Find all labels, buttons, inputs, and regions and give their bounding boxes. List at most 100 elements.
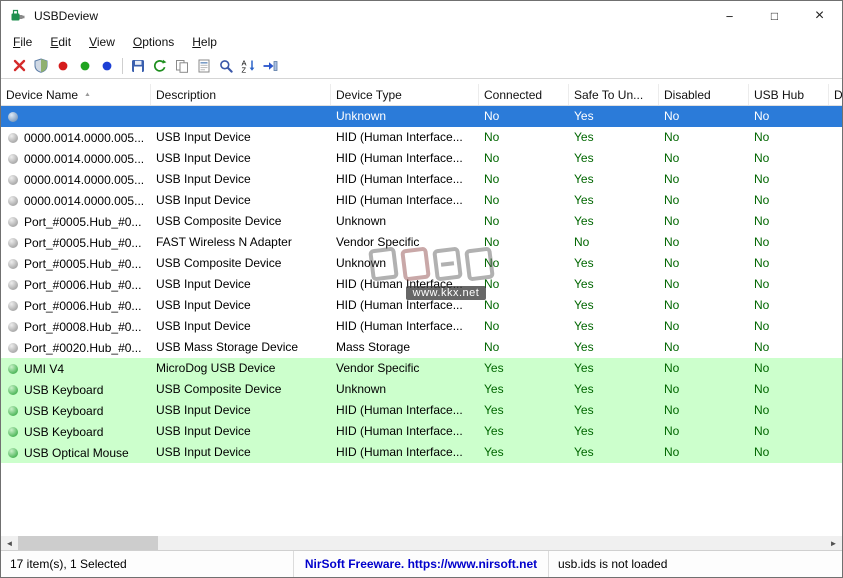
scroll-right-icon[interactable]: ► <box>825 536 842 550</box>
column-header-d[interactable]: D <box>829 84 842 105</box>
cell-disabled: No <box>659 106 749 127</box>
cell-device-name: Port_#0005.Hub_#0... <box>1 253 151 274</box>
menu-help[interactable]: Help <box>183 32 226 52</box>
column-header-device-name[interactable]: Device Name▲ <box>1 84 151 105</box>
device-status-icon <box>8 196 18 206</box>
cell-d <box>829 337 842 358</box>
properties-button[interactable] <box>193 55 215 77</box>
column-header-connected[interactable]: Connected <box>479 84 569 105</box>
menu-edit[interactable]: Edit <box>41 32 80 52</box>
column-label: Disabled <box>664 88 711 102</box>
sort-az-button[interactable]: AZ <box>237 55 259 77</box>
open-regedit-button[interactable] <box>259 55 281 77</box>
refresh-icon <box>153 59 167 73</box>
cell-usb-hub: No <box>749 106 829 127</box>
device-row[interactable]: UnknownNoYesNoNo <box>1 106 842 127</box>
uninstall-shield-icon <box>34 58 48 73</box>
cell-device-type: HID (Human Interface... <box>331 400 479 421</box>
device-name-text: USB Keyboard <box>24 383 103 397</box>
cell-device-type: Vendor Specific <box>331 358 479 379</box>
device-row[interactable]: Port_#0006.Hub_#0...USB Input DeviceHID … <box>1 295 842 316</box>
close-button[interactable]: × <box>797 1 842 31</box>
menu-view[interactable]: View <box>80 32 124 52</box>
cell-device-name <box>1 106 151 127</box>
menu-bar: FileEditViewOptionsHelp <box>1 31 842 53</box>
device-name-text: UMI V4 <box>24 362 64 376</box>
usb-plug-icon <box>10 8 26 24</box>
device-row[interactable]: Port_#0005.Hub_#0...USB Composite Device… <box>1 211 842 232</box>
cell-device-name: USB Optical Mouse <box>1 442 151 463</box>
connect-green-dot-button[interactable] <box>74 55 96 77</box>
title-bar[interactable]: USBDeview − □ × <box>1 1 842 31</box>
delete-icon <box>12 58 27 73</box>
menu-file[interactable]: File <box>4 32 41 52</box>
scrollbar-track[interactable] <box>158 536 825 550</box>
column-header-device-type[interactable]: Device Type <box>331 84 479 105</box>
menu-options[interactable]: Options <box>124 32 183 52</box>
device-row[interactable]: Port_#0005.Hub_#0...USB Composite Device… <box>1 253 842 274</box>
device-status-icon <box>8 343 18 353</box>
device-row[interactable]: 0000.0014.0000.005...USB Input DeviceHID… <box>1 127 842 148</box>
cell-device-name: UMI V4 <box>1 358 151 379</box>
column-header-safe-to-un[interactable]: Safe To Un... <box>569 84 659 105</box>
maximize-button[interactable]: □ <box>752 1 797 31</box>
column-label: D <box>834 88 842 102</box>
cell-safe-to-un: Yes <box>569 148 659 169</box>
window-title: USBDeview <box>34 9 98 23</box>
status-bar: 17 item(s), 1 Selected NirSoft Freeware.… <box>1 550 842 577</box>
column-header-description[interactable]: Description <box>151 84 331 105</box>
column-header-disabled[interactable]: Disabled <box>659 84 749 105</box>
device-row[interactable]: 0000.0014.0000.005...USB Input DeviceHID… <box>1 148 842 169</box>
usb-blue-dot-button[interactable] <box>96 55 118 77</box>
cell-connected: Yes <box>479 442 569 463</box>
cell-device-name: 0000.0014.0000.005... <box>1 127 151 148</box>
sort-ascending-icon: ▲ <box>84 92 91 98</box>
cell-description: USB Input Device <box>151 295 331 316</box>
device-row[interactable]: USB KeyboardUSB Input DeviceHID (Human I… <box>1 400 842 421</box>
device-row[interactable]: Port_#0020.Hub_#0...USB Mass Storage Dev… <box>1 337 842 358</box>
device-name-text: USB Optical Mouse <box>24 446 129 460</box>
cell-safe-to-un: Yes <box>569 379 659 400</box>
cell-connected: No <box>479 190 569 211</box>
device-status-icon <box>8 154 18 164</box>
cell-usb-hub: No <box>749 442 829 463</box>
disconnect-red-dot-button[interactable] <box>52 55 74 77</box>
delete-button[interactable] <box>8 55 30 77</box>
cell-usb-hub: No <box>749 232 829 253</box>
save-button[interactable] <box>127 55 149 77</box>
device-row[interactable]: UMI V4MicroDog USB DeviceVendor Specific… <box>1 358 842 379</box>
cell-safe-to-un: Yes <box>569 253 659 274</box>
horizontal-scrollbar[interactable]: ◄ ► <box>1 536 842 550</box>
device-status-icon <box>8 385 18 395</box>
scrollbar-thumb[interactable] <box>18 536 158 550</box>
cell-description: USB Input Device <box>151 169 331 190</box>
device-row[interactable]: Port_#0005.Hub_#0...FAST Wireless N Adap… <box>1 232 842 253</box>
cell-description: USB Input Device <box>151 442 331 463</box>
open-regedit-icon <box>262 59 278 73</box>
cell-usb-hub: No <box>749 253 829 274</box>
toolbar-separator <box>122 58 123 74</box>
nirsoft-link[interactable]: NirSoft Freeware. https://www.nirsoft.ne… <box>294 551 549 577</box>
scroll-left-icon[interactable]: ◄ <box>1 536 18 550</box>
cell-disabled: No <box>659 421 749 442</box>
column-header-usb-hub[interactable]: USB Hub <box>749 84 829 105</box>
refresh-button[interactable] <box>149 55 171 77</box>
device-row[interactable]: 0000.0014.0000.005...USB Input DeviceHID… <box>1 190 842 211</box>
device-row[interactable]: Port_#0008.Hub_#0...USB Input DeviceHID … <box>1 316 842 337</box>
cell-d <box>829 232 842 253</box>
copy-button[interactable] <box>171 55 193 77</box>
find-button[interactable] <box>215 55 237 77</box>
find-icon <box>219 59 233 73</box>
device-row[interactable]: USB KeyboardUSB Input DeviceHID (Human I… <box>1 421 842 442</box>
cell-safe-to-un: Yes <box>569 211 659 232</box>
app-icon[interactable] <box>10 8 26 24</box>
uninstall-shield-button[interactable] <box>30 55 52 77</box>
device-row[interactable]: USB KeyboardUSB Composite DeviceUnknownY… <box>1 379 842 400</box>
minimize-button[interactable]: − <box>707 1 752 31</box>
device-list: Device Name▲DescriptionDevice TypeConnec… <box>1 79 842 550</box>
device-row[interactable]: Port_#0006.Hub_#0...USB Input DeviceHID … <box>1 274 842 295</box>
cell-safe-to-un: Yes <box>569 106 659 127</box>
device-row[interactable]: 0000.0014.0000.005...USB Input DeviceHID… <box>1 169 842 190</box>
cell-connected: No <box>479 253 569 274</box>
device-row[interactable]: USB Optical MouseUSB Input DeviceHID (Hu… <box>1 442 842 463</box>
